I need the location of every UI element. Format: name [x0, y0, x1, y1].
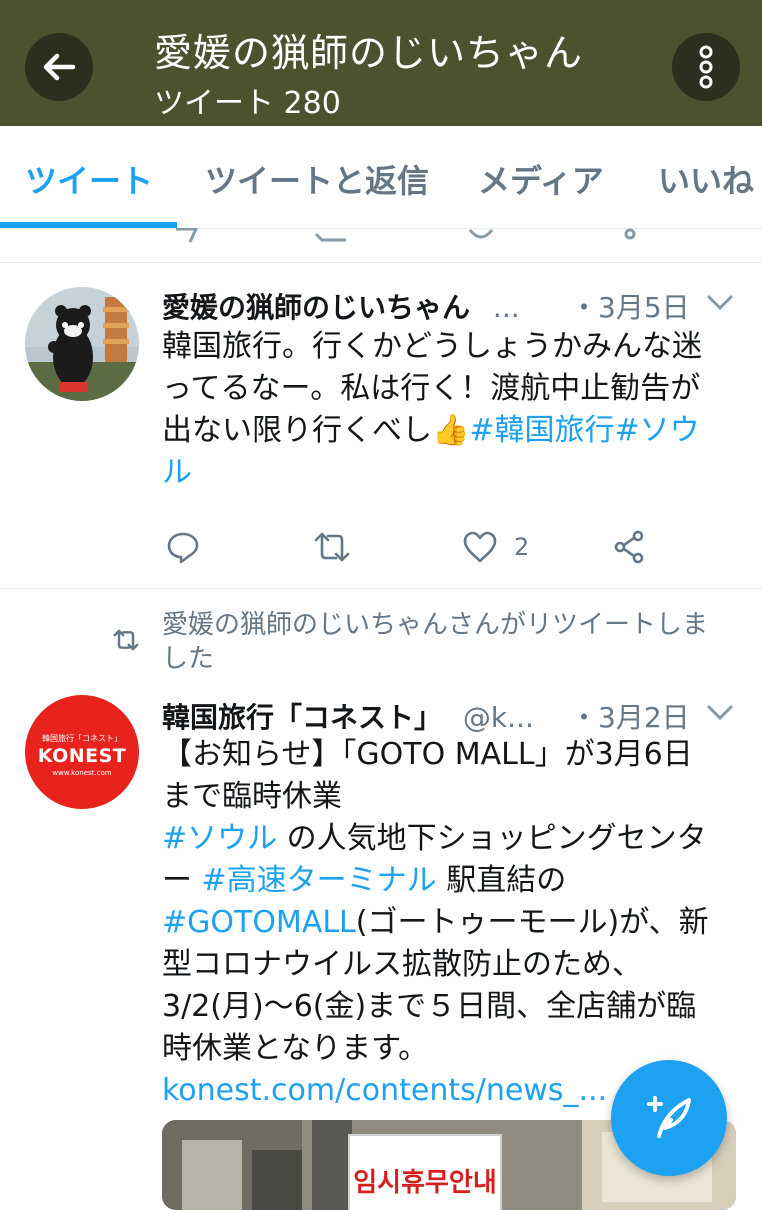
retweet-button[interactable] — [312, 530, 352, 564]
tweet-author-name[interactable]: 韓国旅行「コネスト」 — [162, 701, 442, 734]
logo-brand: KONEST — [37, 745, 127, 767]
tweet-text: 韓国旅行。行くかどうしょうかみんな迷 ってるなー。私は行く！渡航中止勧告が 出な… — [162, 326, 742, 494]
like-button[interactable]: 2 — [462, 530, 529, 564]
back-button[interactable] — [25, 33, 93, 101]
retweet-icon — [113, 629, 139, 651]
chevron-down-icon[interactable] — [706, 704, 734, 722]
tweet-text-segment: 駅直結の — [436, 863, 567, 898]
chevron-down-icon[interactable] — [706, 294, 734, 312]
reply-button[interactable] — [166, 530, 200, 564]
avatar[interactable]: 韓国旅行「コネスト」 KONEST www.konest.com — [25, 695, 139, 809]
logo-url: www.konest.com — [52, 769, 112, 777]
hashtag-link[interactable]: #高速ターミナル — [202, 863, 437, 898]
hashtag-link[interactable]: #韓国旅行 — [469, 413, 614, 448]
tweet-text-line: 型コロナウイルス拡散防止のため、 — [162, 947, 642, 982]
reply-icon — [176, 228, 199, 243]
previous-tweet-actions — [0, 228, 762, 263]
retweet-icon — [314, 232, 346, 242]
profile-tabs: ツイート ツイートと返信 メディア いいね — [0, 126, 762, 229]
tweet-text-line: ー #高速ターミナル 駅直結の — [162, 860, 742, 902]
tweet-text-line: 出ない限り行くべし👍#韓国旅行#ソウ — [162, 410, 742, 452]
thumbs-up-emoji: 👍 — [432, 413, 470, 448]
share-button[interactable] — [612, 530, 646, 564]
share-icon — [624, 228, 636, 240]
tweet-date: ・3月5日 — [570, 291, 690, 324]
tweet-text-segment: (ゴートゥーモール)が、新 — [355, 905, 709, 940]
tweet-text: 【お知らせ】「GOTO MALL」が3月6日 まで臨時休業 #ソウル の人気地下… — [162, 734, 742, 1112]
tab-likes[interactable]: いいね — [658, 156, 754, 202]
tab-media[interactable]: メディア — [478, 156, 604, 202]
tweet-author-handle: ... — [492, 291, 520, 324]
heart-icon — [463, 531, 497, 563]
tweet-date: ・3月2日 — [570, 701, 690, 734]
tweet-text-segment: の人気地下ショッピングセンタ — [277, 821, 707, 856]
tweet-text-line: まで臨時休業 — [162, 779, 342, 814]
reply-icon — [167, 532, 199, 564]
compose-feather-icon — [647, 1096, 691, 1138]
profile-header: 愛媛の猟師のじいちゃん ツイート 280 — [0, 0, 762, 126]
tweet-text-line: #GOTOMALL(ゴートゥーモール)が、新 — [162, 902, 742, 944]
logo-caption: 韓国旅行「コネスト」 — [42, 734, 122, 743]
closure-sign-text: 임시휴무안내 — [353, 1168, 497, 1198]
tweet-text-segment: 出ない限り行くべし — [162, 413, 432, 448]
tweet-author-handle: @k... — [462, 701, 534, 734]
hashtag-link[interactable]: #GOTOMALL — [162, 905, 356, 940]
hashtag-link[interactable]: #ソウ — [615, 413, 700, 448]
retweet-notice[interactable]: 愛媛の猟師のじいちゃんさんがリツイートしました — [162, 608, 722, 676]
more-options-button[interactable] — [672, 33, 740, 101]
tweet-text-line: 3/2(月)〜6(金)まで５日間、全店舗が臨 — [162, 989, 697, 1024]
divider — [0, 588, 762, 589]
like-count: 2 — [514, 533, 530, 561]
compose-tweet-button[interactable] — [611, 1060, 727, 1176]
tab-tweets-and-replies[interactable]: ツイートと返信 — [205, 156, 429, 202]
tweet-text-line: 韓国旅行。行くかどうしょうかみんな迷 — [162, 329, 702, 364]
avatar[interactable] — [25, 287, 139, 401]
hashtag-link[interactable]: #ソウル — [162, 821, 277, 856]
closure-sign: 임시휴무안내 — [348, 1134, 502, 1210]
like-icon — [468, 229, 494, 239]
tweet-author-name[interactable]: 愛媛の猟師のじいちゃん — [162, 291, 470, 324]
tweet-card[interactable]: 愛媛の猟師のじいちゃん ... ・3月5日 韓国旅行。行くかどうしょうかみんな迷… — [0, 262, 762, 588]
tweet-text-line: 【お知らせ】「GOTO MALL」が3月6日 — [162, 737, 693, 772]
tweet-text-line: #ソウル の人気地下ショッピングセンタ — [162, 818, 742, 860]
avatar-photo-icon — [25, 287, 139, 401]
konest-logo: 韓国旅行「コネスト」 KONEST www.konest.com — [25, 695, 139, 809]
tweet-text-segment: ー — [162, 863, 202, 898]
tweet-count: ツイート 280 — [154, 86, 341, 121]
more-vertical-icon — [699, 45, 713, 89]
page-title: 愛媛の猟師のじいちゃん — [154, 31, 584, 75]
tweet-text-line: ってるなー。私は行く！渡航中止勧告が — [162, 371, 701, 406]
tab-tweets[interactable]: ツイート — [25, 156, 153, 202]
arrow-left-icon — [43, 53, 76, 81]
retweet-icon — [314, 532, 350, 562]
share-icon — [614, 530, 644, 564]
hashtag-continuation[interactable]: ル — [162, 452, 742, 494]
